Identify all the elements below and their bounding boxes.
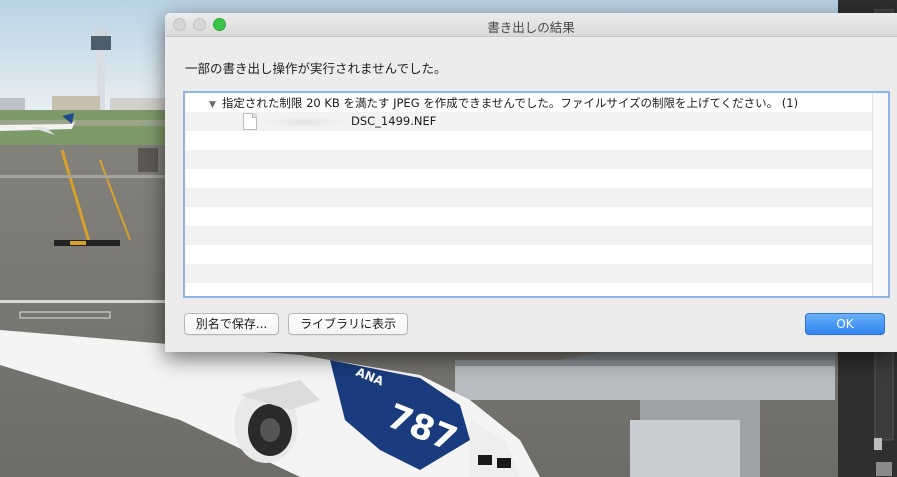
list-row	[185, 283, 872, 296]
error-group-label: 指定された制限 20 KB を満たす JPEG を作成できませんでした。ファイル…	[221, 96, 799, 110]
title-bar[interactable]: 書き出しの結果	[165, 13, 897, 37]
list-row	[185, 131, 872, 150]
list-row	[185, 150, 872, 169]
list-row	[185, 188, 872, 207]
redacted-path	[261, 116, 347, 127]
document-icon	[243, 113, 257, 130]
export-results-dialog: 書き出しの結果 一部の書き出し操作が実行されませんでした。 ▼ 指定された制限 2…	[165, 13, 897, 352]
file-row[interactable]: DSC_1499.NEF	[243, 113, 436, 130]
ok-button[interactable]: OK	[805, 313, 885, 335]
save-as-button[interactable]: 別名で保存...	[184, 313, 279, 335]
disclosure-triangle-icon[interactable]: ▼	[209, 100, 216, 110]
show-in-library-button[interactable]: ライブラリに表示	[288, 313, 408, 335]
list-scrollbar[interactable]	[872, 93, 888, 296]
file-name: DSC_1499.NEF	[351, 114, 437, 128]
list-row	[185, 207, 872, 226]
list-row	[185, 245, 872, 264]
list-row	[185, 169, 872, 188]
list-row	[185, 264, 872, 283]
list-row	[185, 226, 872, 245]
dialog-message: 一部の書き出し操作が実行されませんでした。	[185, 61, 447, 76]
dialog-title: 書き出しの結果	[487, 20, 575, 35]
error-group-row[interactable]: ▼ 指定された制限 20 KB を満たす JPEG を作成できませんでした。ファイ…	[209, 95, 798, 111]
results-list[interactable]: ▼ 指定された制限 20 KB を満たす JPEG を作成できませんでした。ファイ…	[183, 91, 890, 298]
